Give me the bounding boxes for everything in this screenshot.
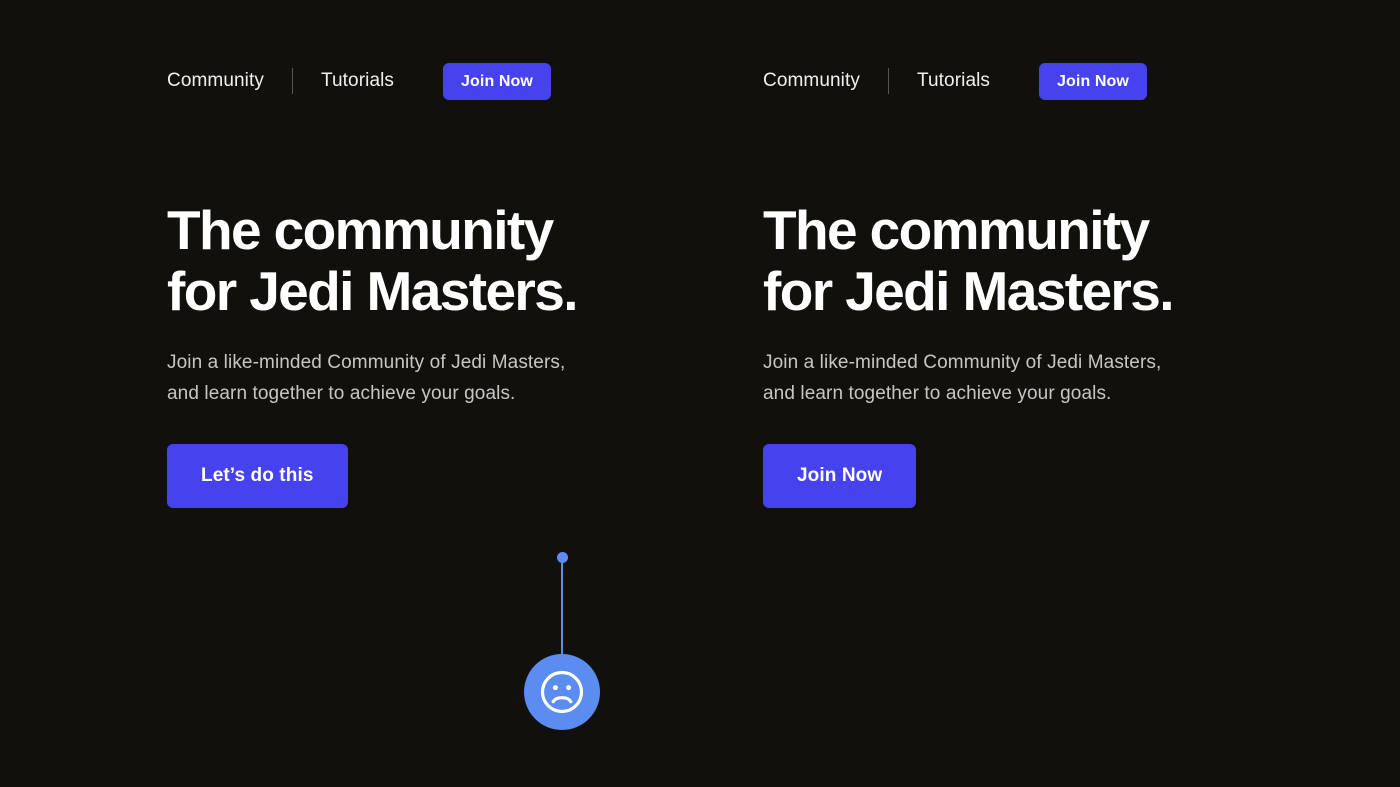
hero-subcopy: Join a like-minded Community of Jedi Mas… xyxy=(167,352,566,404)
nav-divider xyxy=(887,68,889,94)
top-nav-a: Community Tutorials Join Now xyxy=(167,62,551,100)
nav-divider xyxy=(291,68,293,94)
hero-cta-button[interactable]: Let’s do this xyxy=(167,444,348,508)
sad-face-icon xyxy=(524,654,600,730)
top-nav-b: Community Tutorials Join Now xyxy=(763,62,1147,100)
nav-join-now-button[interactable]: Join Now xyxy=(443,62,551,100)
hero-headline: The community for Jedi Masters. xyxy=(167,199,579,322)
nav-link-tutorials[interactable]: Tutorials xyxy=(917,62,990,100)
hero-headline: The community for Jedi Masters. xyxy=(763,199,1175,322)
nav-join-now-button[interactable]: Join Now xyxy=(1039,62,1147,100)
hero-variant-a: Community Tutorials Join Now The communi… xyxy=(167,0,767,787)
marker-stem xyxy=(561,563,563,655)
reaction-marker-a xyxy=(524,552,600,730)
nav-link-community[interactable]: Community xyxy=(167,62,264,100)
comparison-stage: Community Tutorials Join Now The communi… xyxy=(0,0,1400,787)
marker-dot xyxy=(556,552,568,563)
hero-subcopy: Join a like-minded Community of Jedi Mas… xyxy=(763,352,1162,404)
hero-variant-b: Community Tutorials Join Now The communi… xyxy=(763,0,1363,787)
nav-link-tutorials[interactable]: Tutorials xyxy=(321,62,394,100)
hero-cta-button[interactable]: Join Now xyxy=(763,444,917,508)
nav-link-community[interactable]: Community xyxy=(763,62,860,100)
